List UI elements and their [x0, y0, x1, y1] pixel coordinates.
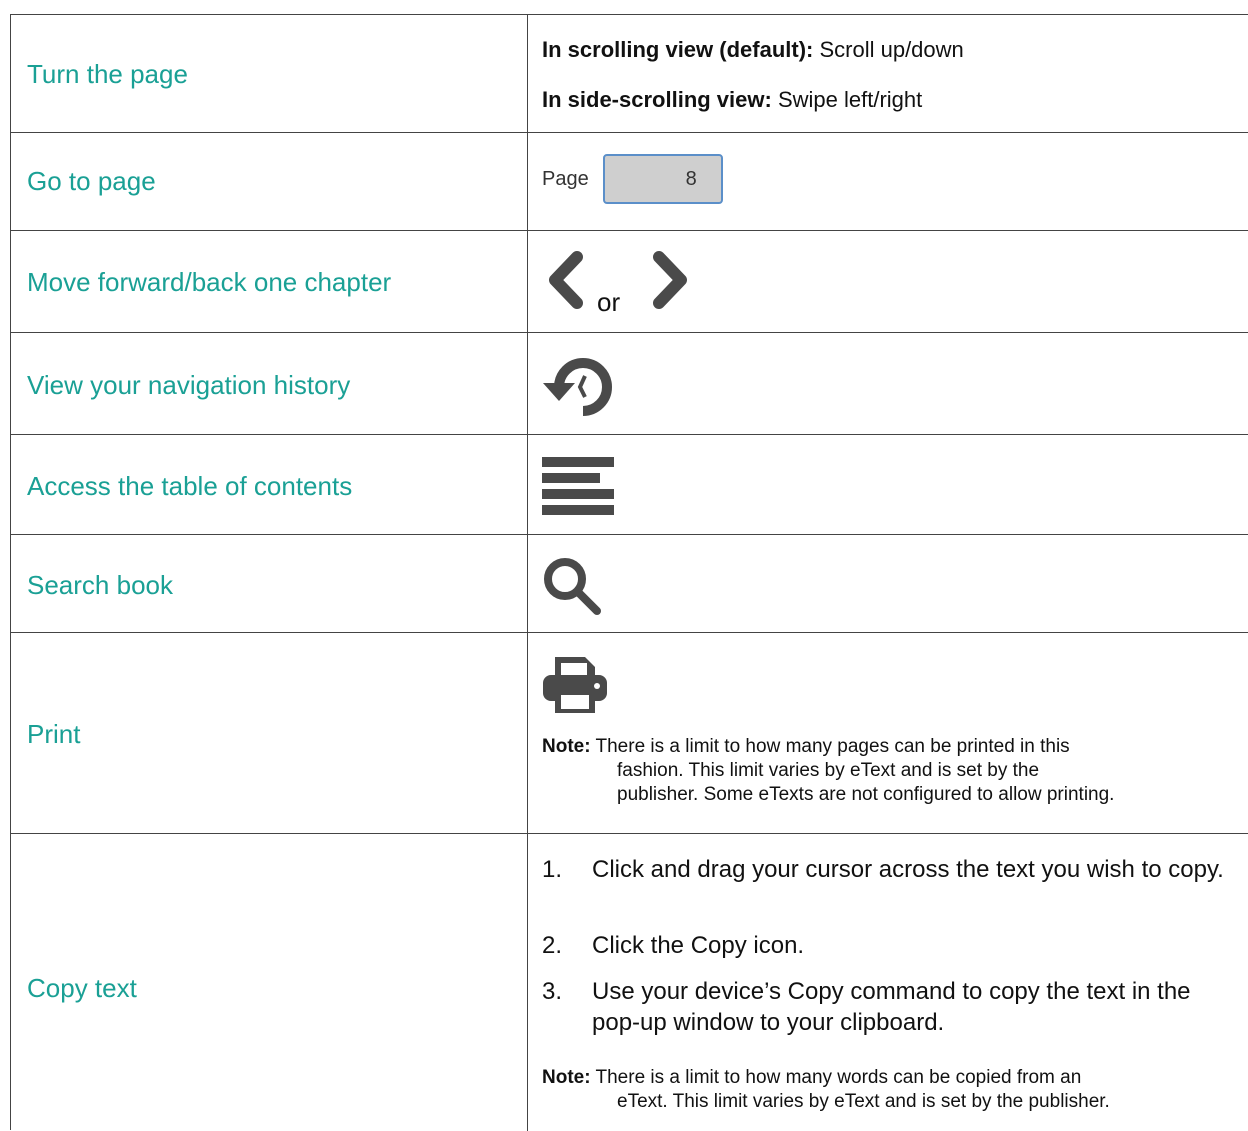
row-label-chapter: Move forward/back one chapter	[27, 267, 392, 297]
or-text: or	[597, 287, 621, 317]
row-label-print: Print	[27, 719, 81, 749]
page-navigator: Page	[542, 154, 723, 204]
table-row-print: Print Note: There is a limit to how many…	[11, 633, 1248, 834]
page-label: Page	[542, 167, 589, 190]
side-scrolling-view-instruction: In side-scrolling view: Swipe left/right	[542, 87, 922, 113]
copy-note: Note: There is a limit to how many words…	[542, 1066, 1242, 1114]
copy-note-label: Note:	[542, 1067, 591, 1088]
table-row-history: View your navigation history	[11, 333, 1248, 435]
chevron-left-icon[interactable]	[545, 251, 585, 309]
copy-step-1-text: Click and drag your cursor across the te…	[592, 856, 1224, 883]
print-note: Note: There is a limit to how many pages…	[542, 735, 1242, 807]
row-label-go-to-page: Go to page	[27, 166, 156, 196]
chevron-right-icon[interactable]	[651, 251, 691, 309]
side-scrolling-view-bold: In side-scrolling view:	[542, 87, 772, 112]
copy-step-2-text: Click the Copy icon.	[592, 932, 805, 959]
page-number-input[interactable]	[602, 154, 723, 204]
copy-step-3-number: 3.	[542, 978, 563, 1005]
scrolling-view-instruction: In scrolling view (default): Scroll up/d…	[542, 37, 964, 63]
print-note-line-1: There is a limit to how many pages can b…	[590, 736, 1070, 757]
row-label-search: Search book	[27, 570, 173, 600]
table-row-search: Search book	[11, 535, 1248, 633]
copy-step-2-number: 2.	[542, 932, 563, 959]
print-note-label: Note:	[542, 736, 591, 757]
table-row-toc: Access the table of contents	[11, 435, 1248, 535]
table-of-contents-icon[interactable]	[542, 457, 614, 515]
scrolling-view-text: Scroll up/down	[813, 37, 964, 62]
table-row-chapter: Move forward/back one chapter or	[11, 231, 1248, 333]
copy-step-2: 2. Click the Copy icon.	[542, 930, 1242, 961]
copy-step-1: 1. Click and drag your cursor across the…	[542, 854, 1242, 885]
row-label-toc: Access the table of contents	[27, 471, 353, 501]
copy-note-line-2: eText. This limit varies by eText and is…	[617, 1091, 1110, 1112]
copy-step-3: 3. Use your device’s Copy command to cop…	[542, 976, 1242, 1038]
copy-note-line-1: There is a limit to how many words can b…	[590, 1067, 1082, 1088]
row-label-copy: Copy text	[27, 973, 137, 1003]
search-icon[interactable]	[541, 555, 605, 617]
shortcuts-table: Turn the page In scrolling view (default…	[10, 14, 1248, 1131]
table-row-copy: Copy text 1. Click and drag your cursor …	[11, 834, 1248, 1131]
table-row-turn-page: Turn the page In scrolling view (default…	[11, 15, 1248, 133]
side-scrolling-view-text: Swipe left/right	[771, 87, 923, 112]
row-label-history: View your navigation history	[27, 370, 351, 400]
row-label-turn-page: Turn the page	[27, 59, 188, 89]
copy-step-3-text: Use your device’s Copy command to copy t…	[592, 978, 1191, 1036]
history-icon[interactable]	[539, 357, 615, 417]
copy-step-1-number: 1.	[542, 856, 563, 883]
printer-icon[interactable]	[541, 653, 609, 715]
print-note-line-2: fashion. This limit varies by eText and …	[617, 760, 1040, 781]
print-note-line-3: publisher. Some eTexts are not configure…	[617, 784, 1115, 805]
table-row-go-to-page: Go to page Page	[11, 133, 1248, 231]
scrolling-view-bold: In scrolling view (default):	[542, 37, 814, 62]
